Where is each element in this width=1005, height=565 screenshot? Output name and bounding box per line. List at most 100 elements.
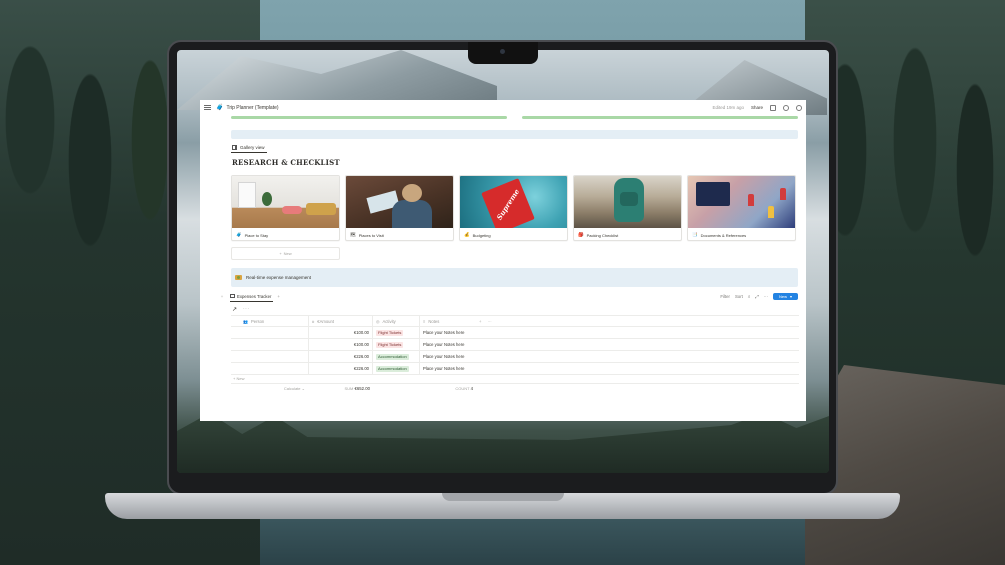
cell-amount[interactable]: €226.00 bbox=[309, 363, 373, 374]
arrow-icon[interactable]: ↗ bbox=[232, 306, 237, 313]
count-cell[interactable]: COUNT 4 bbox=[420, 386, 475, 391]
column-header-activity[interactable]: ◎ Activity bbox=[373, 316, 420, 326]
chevron-down-icon[interactable]: ▾ bbox=[790, 294, 792, 299]
gallery-card-documents[interactable]: 📑 Documents & References bbox=[687, 175, 796, 241]
edited-timestamp: Edited 19m ago bbox=[712, 105, 744, 110]
sidebar-menu-icon[interactable] bbox=[204, 104, 211, 111]
callout-banner bbox=[231, 130, 798, 139]
gallery-card-packing-checklist[interactable]: 🎒 Packing Checklist bbox=[573, 175, 682, 241]
cell-amount[interactable]: €226.00 bbox=[309, 351, 373, 362]
gallery-card-place-to-stay[interactable]: 🧳 Place to Stay bbox=[231, 175, 340, 241]
table-icon bbox=[230, 294, 235, 298]
page-title[interactable]: Trip Planner (Template) bbox=[226, 105, 278, 111]
new-entry-button[interactable]: New ▾ bbox=[772, 293, 798, 300]
table-row[interactable]: €226.00 Accommodation Place your Notes h… bbox=[231, 363, 799, 375]
gallery: 🧳 Place to Stay 🗺 Places to Visit Suprem… bbox=[231, 175, 799, 241]
cell-activity[interactable]: Flight Tickets bbox=[373, 339, 420, 350]
more-icon[interactable] bbox=[796, 104, 802, 111]
column-actions: + ··· bbox=[475, 319, 799, 324]
tab-gallery-view[interactable]: Gallery view bbox=[231, 143, 267, 153]
gallery-icon bbox=[232, 145, 237, 150]
person-icon: 👥 bbox=[243, 318, 248, 324]
cell-person[interactable] bbox=[231, 339, 309, 350]
card-cover-image bbox=[346, 176, 453, 228]
table-row[interactable]: €100.00 Flight Tickets Place your Notes … bbox=[231, 327, 799, 339]
sum-cell[interactable]: SUM €652.00 bbox=[309, 386, 373, 391]
cell-notes[interactable]: Place your Notes here bbox=[420, 339, 475, 350]
search-icon[interactable]: ⌕ bbox=[748, 294, 750, 299]
add-view-icon[interactable]: + bbox=[277, 294, 280, 299]
card-cover-image bbox=[232, 176, 339, 228]
sum-value: €652.00 bbox=[354, 386, 370, 391]
share-button[interactable]: Share bbox=[751, 105, 763, 110]
cell-notes[interactable]: Place your Notes here bbox=[420, 363, 475, 374]
backpack-icon: 🎒 bbox=[578, 232, 584, 237]
cell-person[interactable] bbox=[231, 327, 309, 338]
column-header-amount[interactable]: # €Amount bbox=[309, 316, 373, 326]
card-label: 💰 Budgeting bbox=[460, 228, 567, 240]
sort-button[interactable]: Sort bbox=[735, 294, 743, 299]
gallery-card-budgeting[interactable]: Supreme 💰 Budgeting bbox=[459, 175, 568, 241]
expand-icon[interactable]: ⤢ bbox=[755, 294, 758, 299]
cell-activity[interactable]: Accommodation bbox=[373, 363, 420, 374]
callout-text: Real-time expense management bbox=[246, 275, 312, 280]
cell-person[interactable] bbox=[231, 351, 309, 362]
cell-notes[interactable]: Place your Notes here bbox=[420, 351, 475, 362]
column-label: Notes bbox=[428, 318, 440, 324]
column-header-notes[interactable]: ≡ Notes bbox=[420, 316, 475, 326]
cell-activity[interactable]: Accommodation bbox=[373, 351, 420, 362]
card-title: Documents & References bbox=[700, 232, 747, 238]
column-label: Person bbox=[250, 318, 265, 324]
card-cover-image: Supreme bbox=[460, 176, 567, 228]
column-header-person[interactable]: 👥 Person bbox=[231, 316, 309, 326]
calculate-label: Calculate bbox=[283, 386, 301, 391]
more-dots-icon[interactable]: ··· bbox=[243, 306, 250, 312]
activity-tag: Accommodation bbox=[376, 353, 409, 360]
expense-callout: Real-time expense management bbox=[231, 268, 798, 287]
gallery-card-places-to-visit[interactable]: 🗺 Places to Visit bbox=[345, 175, 454, 241]
database-toolbar: Filter Sort ⌕ ⤢ ··· New ▾ bbox=[720, 293, 798, 300]
updates-icon[interactable] bbox=[783, 104, 789, 111]
cell-activity[interactable]: Flight Tickets bbox=[373, 327, 420, 338]
column-label: Activity bbox=[382, 318, 396, 324]
laptop-opening-groove bbox=[442, 493, 564, 501]
cell-notes[interactable]: Place your Notes here bbox=[420, 327, 475, 338]
new-button-label: New bbox=[778, 294, 787, 299]
filter-button[interactable]: Filter bbox=[720, 294, 730, 299]
cell-amount[interactable]: €100.00 bbox=[309, 327, 373, 338]
add-block-icon[interactable]: + bbox=[214, 294, 230, 299]
card-title: Places to Visit bbox=[358, 232, 384, 238]
top-bar-actions: Edited 19m ago Share bbox=[712, 104, 802, 111]
column-label: €Amount bbox=[317, 318, 334, 324]
new-card-label: New bbox=[283, 251, 292, 256]
chevron-down-icon: ⌄ bbox=[301, 386, 305, 391]
map-icon: 🗺 bbox=[350, 232, 356, 237]
table-row[interactable]: €226.00 Accommodation Place your Notes h… bbox=[231, 351, 799, 363]
camera bbox=[500, 49, 505, 54]
luggage-icon: 🧳 bbox=[216, 105, 224, 111]
activity-tag: Flight Tickets bbox=[376, 341, 404, 348]
card-title: Packing Checklist bbox=[586, 232, 619, 238]
add-column-icon[interactable]: + bbox=[479, 319, 481, 324]
calculate-dropdown[interactable]: Calculate ⌄ bbox=[231, 386, 309, 391]
money-bag-icon: 💰 bbox=[464, 232, 470, 237]
progress-bar bbox=[522, 116, 798, 119]
more-options-icon[interactable]: ··· bbox=[764, 294, 768, 299]
count-label: COUNT bbox=[455, 386, 470, 391]
divider bbox=[231, 383, 799, 384]
tab-expenses-tracker[interactable]: Expenses Tracker bbox=[230, 291, 274, 302]
cell-person[interactable] bbox=[231, 363, 309, 374]
card-title: Budgeting bbox=[472, 232, 491, 238]
progress-bar bbox=[231, 116, 507, 119]
activity-tag: Accommodation bbox=[376, 365, 409, 372]
new-row-button[interactable]: + New bbox=[233, 376, 244, 381]
table-row[interactable]: €100.00 Flight Tickets Place your Notes … bbox=[231, 339, 799, 351]
more-options-icon[interactable]: ··· bbox=[487, 319, 491, 324]
tab-label: Expenses Tracker bbox=[237, 293, 272, 299]
cell-amount[interactable]: €100.00 bbox=[309, 339, 373, 350]
top-bar: 🧳 Trip Planner (Template) Edited 19m ago… bbox=[200, 100, 806, 115]
comments-icon[interactable] bbox=[770, 104, 776, 111]
money-icon bbox=[235, 275, 242, 280]
count-value: 4 bbox=[470, 386, 473, 391]
new-card-button[interactable]: + New bbox=[231, 247, 340, 260]
